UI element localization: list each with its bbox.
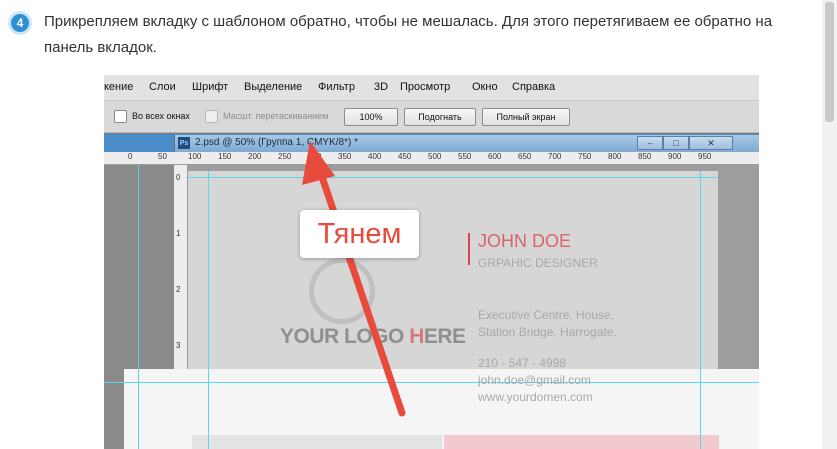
scroll-thumb[interactable] bbox=[825, 2, 834, 122]
drag-annotation-label: Тянем bbox=[300, 210, 419, 258]
page-scrollbar[interactable] bbox=[822, 0, 837, 449]
photoshop-screenshot: кение Слои Шрифт Выделение Фильтр 3D Про… bbox=[104, 75, 759, 449]
step-instruction-text: Прикрепляем вкладку с шаблоном обратно, … bbox=[44, 13, 773, 56]
step-number-badge: 4 bbox=[8, 11, 32, 35]
drag-arrow-icon bbox=[302, 141, 406, 417]
